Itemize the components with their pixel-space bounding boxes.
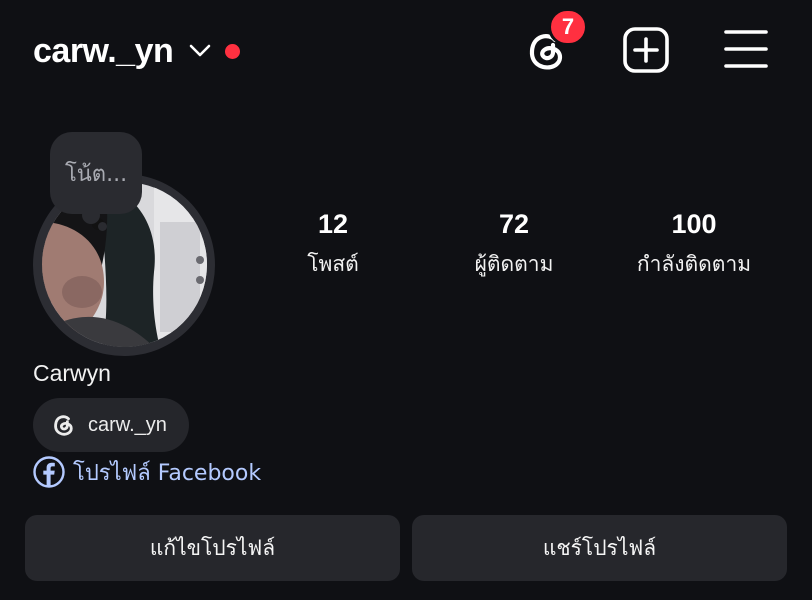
menu-button[interactable]: [724, 28, 768, 70]
note-bubble[interactable]: โน้ต...: [50, 132, 142, 214]
edit-profile-label: แก้ไขโปรไฟล์: [149, 535, 276, 560]
share-profile-button[interactable]: แชร์โปรไฟล์: [412, 515, 787, 581]
hamburger-menu-icon: [724, 30, 768, 74]
create-button[interactable]: [622, 26, 670, 74]
note-placeholder: โน้ต...: [64, 161, 128, 187]
unread-dot: [225, 43, 241, 59]
chevron-down-icon: [189, 44, 211, 58]
edit-profile-button[interactable]: แก้ไขโปรไฟล์: [25, 515, 400, 581]
notification-badge: 7: [548, 8, 588, 46]
posts-count: 12: [317, 209, 349, 239]
followers-stat[interactable]: 72 ผู้ติดตาม: [424, 206, 604, 279]
facebook-icon: [33, 456, 65, 488]
facebook-profile-link[interactable]: โปรไฟล์ Facebook: [33, 455, 261, 489]
threads-handle: carw._yn: [88, 413, 167, 436]
following-count: 100: [671, 209, 717, 239]
note-bubble-tail-small: [98, 222, 107, 231]
followers-label: ผู้ติดตาม: [474, 252, 554, 276]
posts-label: โพสต์: [307, 252, 359, 276]
share-profile-label: แชร์โปรไฟล์: [542, 535, 657, 560]
posts-stat[interactable]: 12 โพสต์: [243, 206, 423, 279]
following-label: กำลังติดตาม: [636, 252, 752, 276]
display-name: Carwyn: [33, 360, 111, 386]
threads-profile-chip[interactable]: carw._yn: [33, 398, 189, 452]
threads-icon: [50, 411, 78, 439]
facebook-link-label: โปรไฟล์ Facebook: [73, 460, 262, 486]
followers-count: 72: [498, 209, 530, 239]
username-title: carw._yn: [33, 31, 174, 70]
account-switcher[interactable]: carw._yn: [33, 28, 241, 74]
top-bar: carw._yn 7: [0, 0, 812, 100]
following-stat[interactable]: 100 กำลังติดตาม: [604, 206, 784, 279]
plus-square-icon: [622, 27, 670, 78]
